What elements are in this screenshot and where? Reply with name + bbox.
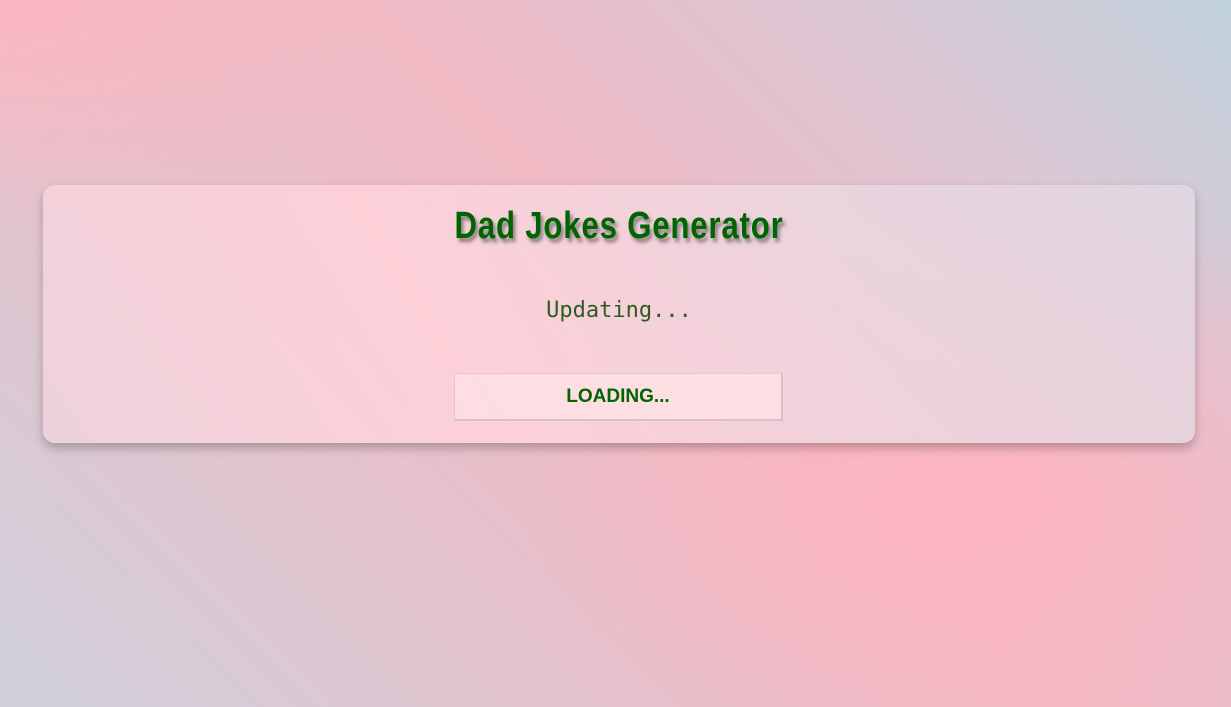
page-title: Dad Jokes Generator <box>454 205 784 247</box>
get-joke-button[interactable]: LOADING... <box>454 373 783 421</box>
joke-card: Dad Jokes Generator Updating... LOADING.… <box>43 185 1195 443</box>
joke-text: Updating... <box>546 298 692 323</box>
